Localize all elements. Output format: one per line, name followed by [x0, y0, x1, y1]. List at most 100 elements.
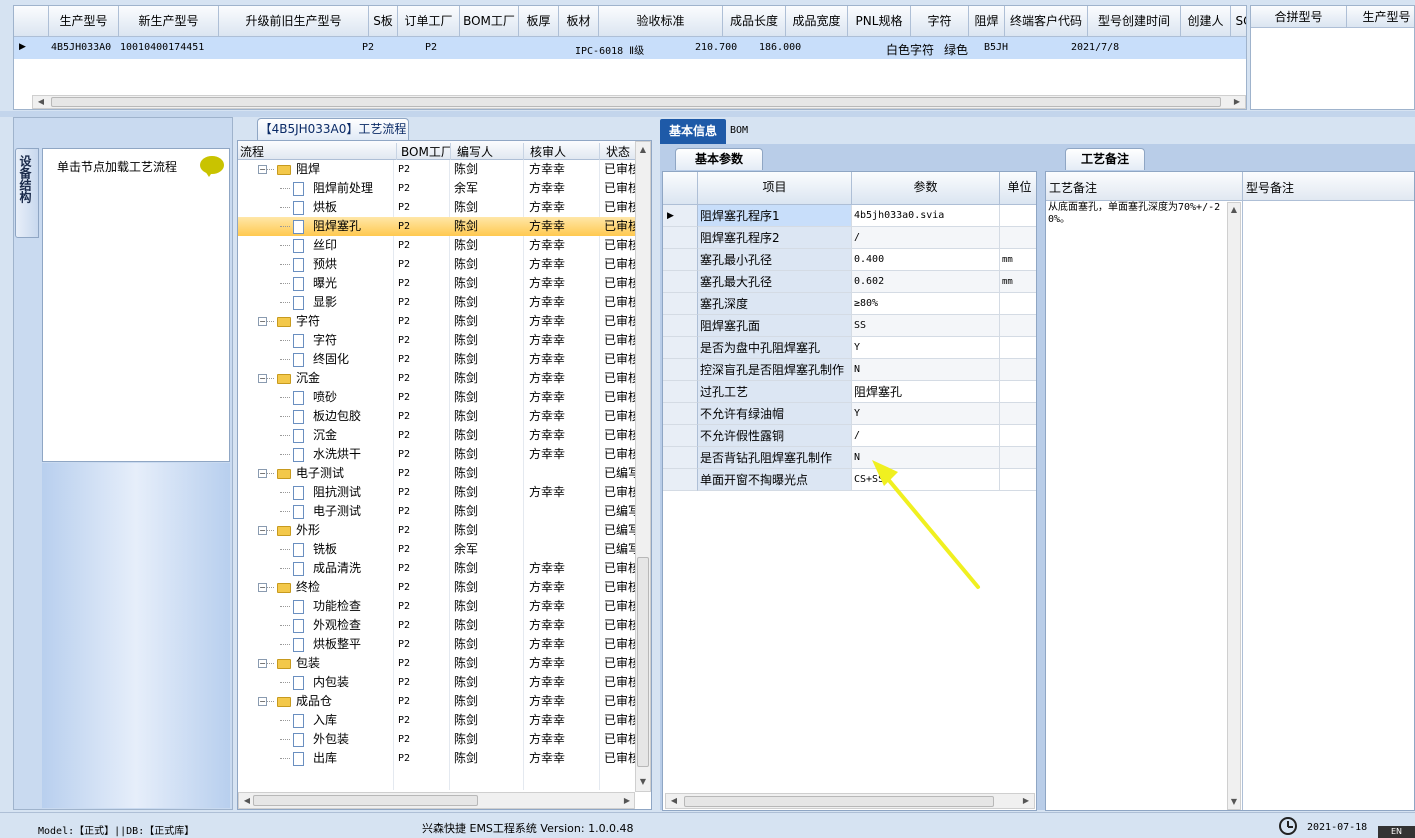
top-col-header[interactable]: 成品宽度 — [786, 6, 848, 37]
top-col-header[interactable]: 验收标准 — [599, 6, 723, 37]
cell-char[interactable]: 白色字符 — [886, 41, 946, 58]
tree-col-flow[interactable]: 流程 — [240, 143, 390, 160]
param-row[interactable]: 是否为盘中孔阻焊塞孔 Y — [663, 337, 1036, 359]
top-col-header[interactable]: 板材 — [559, 6, 599, 37]
tree-row[interactable]: 阻抗测试 P2 陈剑 方幸幸 已审核 — [238, 483, 642, 502]
collapse-toggle-icon[interactable]: − — [258, 469, 267, 478]
collapse-toggle-icon[interactable]: − — [258, 374, 267, 383]
language-indicator[interactable]: EN — [1378, 826, 1415, 838]
tree-row[interactable]: 字符 P2 陈剑 方幸幸 已审核 — [238, 331, 642, 350]
tree-horizontal-scrollbar[interactable]: ◀ ▶ — [238, 792, 635, 809]
scroll-up-icon[interactable]: ▲ — [1227, 203, 1241, 217]
param-value[interactable]: SS — [852, 315, 1000, 337]
param-row[interactable]: 阻焊塞孔程序2/ — [663, 227, 1036, 249]
top-col-header[interactable]: 生产型号 — [49, 6, 119, 37]
scroll-left-icon[interactable]: ◀ — [666, 794, 682, 808]
top-col-header[interactable]: S板 — [369, 6, 398, 37]
tree-col-bom[interactable]: BOM工厂 — [396, 143, 451, 160]
scroll-thumb[interactable] — [253, 795, 478, 806]
param-row[interactable]: ▶ 阻焊塞孔程序1 4b5jh033a0.svia — [663, 205, 1036, 227]
tree-row[interactable]: 出库 P2 陈剑 方幸幸 已审核 — [238, 749, 642, 768]
cell-created[interactable]: 2021/7/8 — [1071, 42, 1151, 53]
cell-customer[interactable]: B5JH — [984, 42, 1044, 53]
scroll-right-icon[interactable]: ▶ — [1018, 794, 1034, 808]
top-col-header[interactable]: 订单工厂 — [398, 6, 460, 37]
cell-order-factory[interactable]: P2 — [362, 42, 402, 53]
tree-row[interactable]: 功能检查 P2 陈剑 方幸幸 已审核 — [238, 597, 642, 616]
tree-row[interactable]: 外包装 P2 陈剑 方幸幸 已审核 — [238, 730, 642, 749]
cell-width[interactable]: 186.000 — [759, 42, 819, 53]
tab-bom[interactable]: BOM — [730, 125, 748, 136]
top-col-header[interactable]: 终端客户代码 — [1005, 6, 1088, 37]
top-horizontal-scrollbar[interactable]: ◀ ▶ — [32, 95, 1246, 109]
param-value[interactable]: 0.400 — [852, 249, 1000, 271]
tree-row[interactable]: 外观检查 P2 陈剑 方幸幸 已审核 — [238, 616, 642, 635]
tree-row[interactable]: 入库 P2 陈剑 方幸幸 已审核 — [238, 711, 642, 730]
tree-row[interactable]: 水洗烘干 P2 陈剑 方幸幸 已审核 — [238, 445, 642, 464]
top-col-header[interactable]: 阻焊 — [969, 6, 1005, 37]
scroll-right-icon[interactable]: ▶ — [1229, 95, 1245, 109]
param-row[interactable]: 塞孔最小孔径 0.400 mm — [663, 249, 1036, 271]
tree-row[interactable]: 内包装 P2 陈剑 方幸幸 已审核 — [238, 673, 642, 692]
tree-row[interactable]: 铣板 P2 余军 已编写 — [238, 540, 642, 559]
scroll-thumb[interactable] — [637, 557, 649, 767]
param-value[interactable]: ≥80% — [852, 293, 1000, 315]
param-value[interactable]: N — [852, 359, 1000, 381]
params-tab[interactable]: 基本参数 — [675, 148, 763, 170]
tree-vertical-scrollbar[interactable]: ▲ ▼ — [635, 141, 651, 792]
remarks-tab[interactable]: 工艺备注 — [1065, 148, 1145, 170]
top-col-header[interactable]: PNL规格 — [848, 6, 911, 37]
top-col-header[interactable]: 成品长度 — [723, 6, 786, 37]
tree-row[interactable]: − 字符 P2 陈剑 方幸幸 已审核 — [238, 312, 642, 331]
param-row[interactable]: 过孔工艺 阻焊塞孔 — [663, 381, 1036, 403]
tree-col-writer[interactable]: 编写人 — [450, 143, 522, 160]
tree-row[interactable]: 阻焊前处理 P2 余军 方幸幸 已审核 — [238, 179, 642, 198]
param-row[interactable]: 不允许有绿油帽 Y — [663, 403, 1036, 425]
tab-basic-info[interactable]: 基本信息 — [660, 119, 726, 144]
tree-row[interactable]: 电子测试 P2 陈剑 已编写 — [238, 502, 642, 521]
cell-bom-factory[interactable]: P2 — [425, 42, 465, 53]
param-value[interactable]: 4b5jh033a0.svia — [852, 205, 1000, 227]
top-col-header[interactable]: 升级前旧生产型号 — [219, 6, 369, 37]
tree-row[interactable]: − 沉金 P2 陈剑 方幸幸 已审核 — [238, 369, 642, 388]
top-col-header[interactable]: 新生产型号 — [119, 6, 219, 37]
top-col-header[interactable]: SO — [1231, 6, 1246, 37]
tree-row[interactable]: 烘板整平 P2 陈剑 方幸幸 已审核 — [238, 635, 642, 654]
merge-col-2[interactable]: 生产型号 — [1347, 6, 1414, 28]
scroll-up-icon[interactable]: ▲ — [636, 143, 650, 157]
tab-device-structure[interactable]: 设备结构 — [15, 148, 39, 238]
params-horizontal-scrollbar[interactable]: ◀ ▶ — [665, 793, 1035, 809]
params-col-item[interactable]: 项目 — [698, 172, 852, 205]
merge-col-1[interactable]: 合拼型号 — [1251, 6, 1347, 28]
top-col-header[interactable]: 创建人 — [1181, 6, 1231, 37]
tree-row[interactable]: 阻焊塞孔 P2 陈剑 方幸幸 已审核 — [238, 217, 642, 236]
cell-model[interactable]: 4B5JH033A0 — [51, 42, 121, 53]
collapse-toggle-icon[interactable]: − — [258, 165, 267, 174]
tree-row[interactable]: − 包装 P2 陈剑 方幸幸 已审核 — [238, 654, 642, 673]
remarks-scrollbar[interactable]: ▲ ▼ — [1227, 202, 1241, 810]
top-col-header[interactable]: BOM工厂 — [460, 6, 519, 37]
param-value[interactable]: / — [852, 227, 1000, 249]
remarks-text[interactable]: 从底面塞孔，单面塞孔深度为70%+/-20%。 — [1048, 202, 1228, 226]
scroll-left-icon[interactable]: ◀ — [33, 95, 49, 109]
scroll-thumb[interactable] — [684, 796, 994, 807]
tree-row[interactable]: 成品清洗 P2 陈剑 方幸幸 已审核 — [238, 559, 642, 578]
scroll-thumb[interactable] — [51, 97, 1221, 107]
collapse-toggle-icon[interactable]: − — [258, 583, 267, 592]
tree-row[interactable]: − 阻焊 P2 陈剑 方幸幸 已审核 — [238, 160, 642, 179]
tree-row[interactable]: 沉金 P2 陈剑 方幸幸 已审核 — [238, 426, 642, 445]
cell-standard[interactable]: IPC-6018 Ⅱ级 — [575, 42, 695, 57]
scroll-down-icon[interactable]: ▼ — [1227, 795, 1241, 809]
param-row[interactable]: 阻焊塞孔面 SS — [663, 315, 1036, 337]
tree-row[interactable]: 丝印 P2 陈剑 方幸幸 已审核 — [238, 236, 642, 255]
tree-row[interactable]: 喷砂 P2 陈剑 方幸幸 已审核 — [238, 388, 642, 407]
param-value[interactable]: 阻焊塞孔 — [852, 381, 1000, 403]
params-col-unit[interactable]: 单位 — [1000, 172, 1036, 205]
collapse-toggle-icon[interactable]: − — [258, 697, 267, 706]
collapse-toggle-icon[interactable]: − — [258, 526, 267, 535]
param-value[interactable]: Y — [852, 403, 1000, 425]
tree-row[interactable]: − 成品仓 P2 陈剑 方幸幸 已审核 — [238, 692, 642, 711]
tree-row[interactable]: 显影 P2 陈剑 方幸幸 已审核 — [238, 293, 642, 312]
cell-new-model[interactable]: 10010400174451 — [120, 42, 220, 53]
param-value[interactable]: 0.602 — [852, 271, 1000, 293]
